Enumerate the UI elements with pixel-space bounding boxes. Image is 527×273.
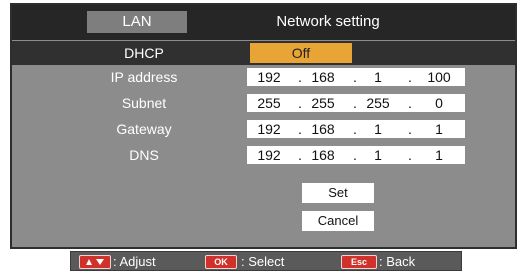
dns-octet-2[interactable]: 168 — [303, 146, 343, 164]
set-button[interactable]: Set — [302, 183, 374, 203]
network-setting-panel: LAN Network setting DHCP Off IP address … — [10, 3, 517, 249]
ip-octet-1[interactable]: 192 — [249, 68, 289, 86]
tab-lan[interactable]: LAN — [87, 11, 187, 33]
gateway-row: Gateway 192 . 168 . 1 . 1 — [12, 117, 515, 141]
ip-address-field[interactable]: 192 . 168 . 1 . 100 — [247, 68, 465, 86]
panel-header: LAN Network setting — [12, 5, 515, 40]
dns-label: DNS — [129, 147, 159, 163]
subnet-row: Subnet 255 . 255 . 255 . 0 — [12, 91, 515, 115]
gateway-label: Gateway — [116, 121, 172, 137]
dns-octet-1[interactable]: 192 — [249, 146, 289, 164]
dns-field[interactable]: 192 . 168 . 1 . 1 — [247, 146, 465, 164]
cancel-button[interactable]: Cancel — [302, 211, 374, 231]
ip-address-label: IP address — [110, 69, 178, 85]
gateway-octet-4[interactable]: 1 — [419, 120, 459, 138]
ip-octet-4[interactable]: 100 — [419, 68, 459, 86]
adjust-hint: : Adjust — [113, 254, 156, 269]
up-down-arrow-icon — [79, 255, 111, 269]
gateway-field[interactable]: 192 . 168 . 1 . 1 — [247, 120, 465, 138]
subnet-octet-2[interactable]: 255 — [303, 94, 343, 112]
ok-key-icon: OK — [205, 255, 237, 269]
dns-octet-3[interactable]: 1 — [358, 146, 398, 164]
subnet-label: Subnet — [121, 95, 167, 111]
key-hint-bar: : Adjust OK : Select Esc : Back — [70, 251, 462, 271]
subnet-octet-1[interactable]: 255 — [249, 94, 289, 112]
dhcp-row[interactable]: DHCP Off — [12, 41, 515, 65]
dhcp-toggle-button[interactable]: Off — [250, 43, 352, 63]
separator: . — [408, 95, 412, 111]
ip-octet-3[interactable]: 1 — [358, 68, 398, 86]
dns-octet-4[interactable]: 1 — [419, 146, 459, 164]
dns-row: DNS 192 . 168 . 1 . 1 — [12, 143, 515, 167]
gateway-octet-3[interactable]: 1 — [358, 120, 398, 138]
page-title: Network setting — [276, 13, 380, 30]
subnet-octet-4[interactable]: 0 — [419, 94, 459, 112]
select-hint: : Select — [241, 254, 285, 269]
subnet-field[interactable]: 255 . 255 . 255 . 0 — [247, 94, 465, 112]
dhcp-label: DHCP — [124, 45, 164, 61]
ip-octet-2[interactable]: 168 — [303, 68, 343, 86]
gateway-octet-1[interactable]: 192 — [249, 120, 289, 138]
back-hint: : Back — [379, 254, 416, 269]
esc-key-icon: Esc — [341, 255, 377, 269]
ip-address-row: IP address 192 . 168 . 1 . 100 — [12, 65, 515, 89]
separator: . — [408, 69, 412, 85]
separator: . — [408, 121, 412, 137]
separator: . — [408, 147, 412, 163]
subnet-octet-3[interactable]: 255 — [358, 94, 398, 112]
gateway-octet-2[interactable]: 168 — [303, 120, 343, 138]
